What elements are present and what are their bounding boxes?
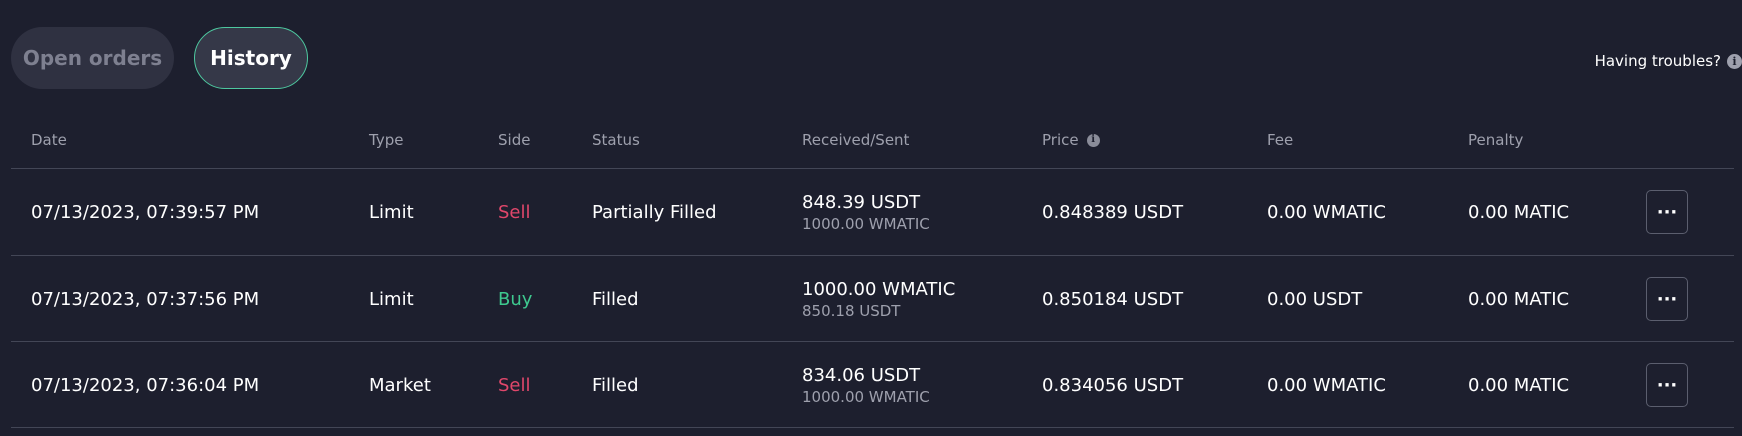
header-label: Penalty xyxy=(1468,131,1524,149)
column-header-type: Type xyxy=(369,131,403,149)
column-header-fee: Fee xyxy=(1267,131,1293,149)
sent-amount: 850.18 USDT xyxy=(802,301,901,320)
info-icon[interactable]: i xyxy=(1727,53,1742,69)
more-actions-button[interactable]: ··· xyxy=(1646,190,1688,234)
more-actions-button[interactable]: ··· xyxy=(1646,363,1688,407)
received-amount: 848.39 USDT xyxy=(802,191,921,213)
column-header-status: Status xyxy=(592,131,640,149)
header-label: Status xyxy=(592,131,640,149)
received-amount: 1000.00 WMATIC xyxy=(802,278,956,300)
cell-status: Filled xyxy=(592,288,639,310)
tab-open-orders[interactable]: Open orders xyxy=(11,27,174,89)
having-troubles-label: Having troubles? xyxy=(1594,52,1721,70)
column-header-date: Date xyxy=(31,131,67,149)
table-row: 07/13/2023, 07:37:56 PM Limit Buy Filled… xyxy=(11,256,1734,342)
divider xyxy=(11,427,1734,428)
tab-history[interactable]: History xyxy=(194,27,308,89)
column-header-price: Price i xyxy=(1042,131,1100,149)
ellipsis-icon: ··· xyxy=(1656,288,1678,310)
more-actions-button[interactable]: ··· xyxy=(1646,277,1688,321)
cell-status: Filled xyxy=(592,374,639,396)
table-row: 07/13/2023, 07:39:57 PM Limit Sell Parti… xyxy=(11,169,1734,255)
header-label: Fee xyxy=(1267,131,1294,149)
cell-received-sent: 834.06 USDT 1000.00 WMATIC xyxy=(802,342,930,428)
cell-fee: 0.00 WMATIC xyxy=(1267,374,1386,396)
cell-received-sent: 848.39 USDT 1000.00 WMATIC xyxy=(802,169,930,255)
cell-date: 07/13/2023, 07:37:56 PM xyxy=(31,288,260,310)
cell-date: 07/13/2023, 07:36:04 PM xyxy=(31,374,260,396)
header-label: Price xyxy=(1042,131,1079,149)
cell-penalty: 0.00 MATIC xyxy=(1468,374,1570,396)
cell-status: Partially Filled xyxy=(592,201,717,223)
cell-price: 0.850184 USDT xyxy=(1042,288,1184,310)
header-label: Received/Sent xyxy=(802,131,910,149)
cell-type: Limit xyxy=(369,201,414,223)
cell-fee: 0.00 WMATIC xyxy=(1267,201,1386,223)
cell-side: Sell xyxy=(498,201,531,223)
cell-type: Limit xyxy=(369,288,414,310)
column-header-penalty: Penalty xyxy=(1468,131,1523,149)
cell-fee: 0.00 USDT xyxy=(1267,288,1363,310)
header-label: Side xyxy=(498,131,531,149)
sent-amount: 1000.00 WMATIC xyxy=(802,387,930,406)
price-info-icon[interactable]: i xyxy=(1086,133,1100,147)
column-header-side: Side xyxy=(498,131,530,149)
cell-side: Sell xyxy=(498,374,531,396)
column-header-received-sent: Received/Sent xyxy=(802,131,909,149)
ellipsis-icon: ··· xyxy=(1656,374,1678,396)
table-row: 07/13/2023, 07:36:04 PM Market Sell Fill… xyxy=(11,342,1734,428)
cell-received-sent: 1000.00 WMATIC 850.18 USDT xyxy=(802,256,955,342)
cell-penalty: 0.00 MATIC xyxy=(1468,288,1570,310)
cell-price: 0.848389 USDT xyxy=(1042,201,1184,223)
order-history-panel: Open orders History Having troubles? i D… xyxy=(0,0,1742,436)
header-label: Type xyxy=(369,131,404,149)
sent-amount: 1000.00 WMATIC xyxy=(802,214,930,233)
cell-penalty: 0.00 MATIC xyxy=(1468,201,1570,223)
ellipsis-icon: ··· xyxy=(1656,201,1678,223)
cell-type: Market xyxy=(369,374,431,396)
order-tabs: Open orders History xyxy=(11,27,308,89)
received-amount: 834.06 USDT xyxy=(802,364,921,386)
cell-side: Buy xyxy=(498,288,533,310)
cell-price: 0.834056 USDT xyxy=(1042,374,1184,396)
having-troubles-link[interactable]: Having troubles? i xyxy=(1595,52,1742,70)
cell-date: 07/13/2023, 07:39:57 PM xyxy=(31,201,260,223)
header-label: Date xyxy=(31,131,67,149)
